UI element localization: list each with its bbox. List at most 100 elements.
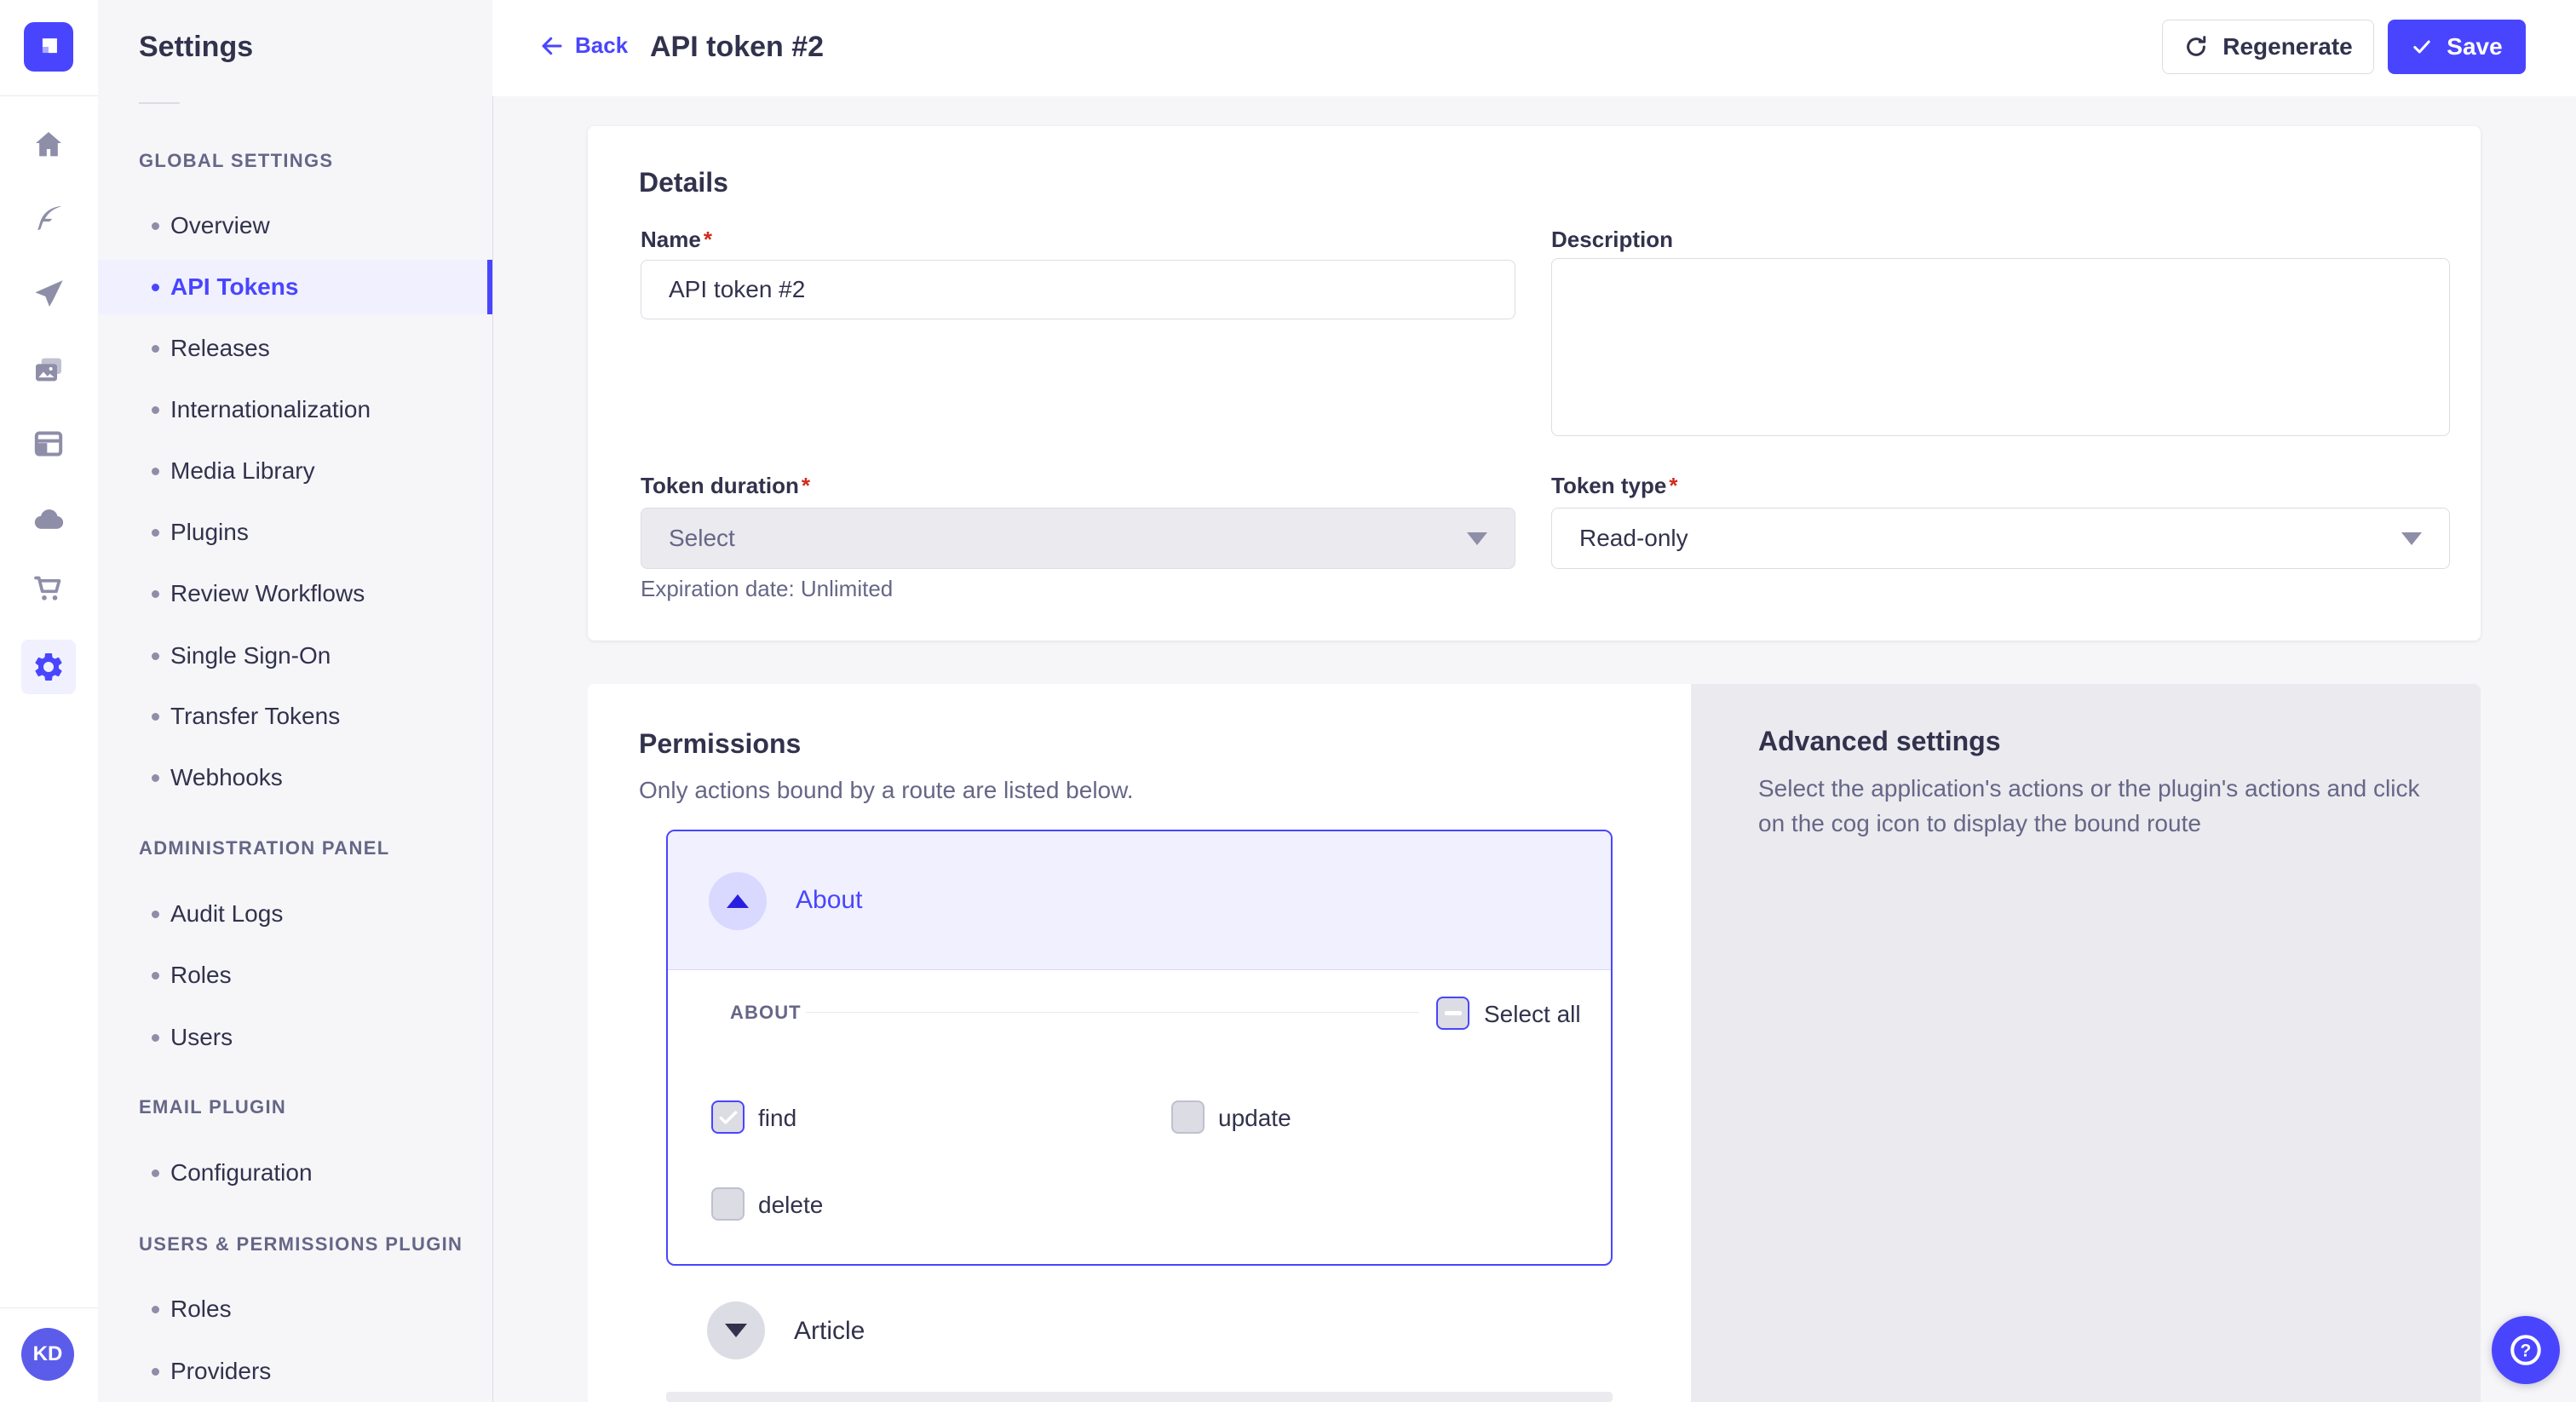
required-asterisk: * [1669, 473, 1677, 498]
update-label: update [1218, 1105, 1291, 1132]
cart-icon[interactable] [30, 570, 67, 607]
details-heading: Details [639, 167, 728, 198]
delete-label: delete [758, 1192, 823, 1219]
media-library-icon[interactable] [30, 351, 67, 388]
delete-checkbox[interactable] [711, 1187, 745, 1221]
sidebar-item-admin-users[interactable]: Users [98, 1010, 492, 1065]
settings-gear-icon[interactable] [21, 640, 76, 694]
sidebar-item-up-providers[interactable]: Providers [98, 1344, 492, 1399]
cloud-icon[interactable] [30, 501, 67, 538]
name-input[interactable] [641, 260, 1515, 319]
token-type-select[interactable]: Read-only [1551, 508, 2450, 569]
sidebar-item-internationalization[interactable]: Internationalization [98, 382, 492, 437]
strapi-logo[interactable] [24, 22, 73, 72]
settings-subnav: Settings GLOBAL SETTINGS Overview API To… [98, 0, 493, 1402]
bullet [152, 1169, 159, 1177]
bullet [152, 652, 159, 660]
collapse-toggle-button[interactable] [709, 872, 767, 930]
help-button[interactable]: ? [2492, 1316, 2560, 1384]
regenerate-button[interactable]: Regenerate [2162, 20, 2374, 74]
paper-plane-icon[interactable] [30, 275, 67, 313]
token-type-value: Read-only [1579, 525, 1688, 552]
sidebar-item-webhooks[interactable]: Webhooks [98, 750, 492, 805]
description-textarea[interactable] [1551, 258, 2450, 436]
bullet [152, 222, 159, 230]
bullet [152, 590, 159, 598]
sidebar-item-overview[interactable]: Overview [98, 198, 492, 253]
advanced-settings-heading: Advanced settings [1758, 726, 2001, 757]
article-accordion-title: Article [794, 1317, 865, 1346]
svg-text:?: ? [2521, 1341, 2532, 1360]
select-all-checkbox[interactable] [1436, 997, 1469, 1030]
strapi-admin-page: KD Settings GLOBAL SETTINGS Overview API… [0, 0, 2576, 1402]
page-header: Back API token #2 Regenerate Save [492, 0, 2576, 96]
permissions-card: Permissions Only actions bound by a rout… [588, 684, 1691, 1402]
token-duration-select[interactable]: Select [641, 508, 1515, 569]
find-checkbox[interactable] [711, 1100, 745, 1134]
bullet [152, 1368, 159, 1376]
section-administration-panel: ADMINISTRATION PANEL [139, 837, 389, 859]
sidebar-item-releases[interactable]: Releases [98, 321, 492, 376]
check-icon [2411, 36, 2433, 58]
page-title: API token #2 [650, 31, 824, 64]
find-label: find [758, 1105, 796, 1132]
rail-divider-top [0, 95, 98, 96]
update-checkbox[interactable] [1171, 1100, 1205, 1134]
sidebar-item-review-workflows[interactable]: Review Workflows [98, 566, 492, 621]
advanced-settings-body: Select the application's actions or the … [1758, 771, 2431, 841]
sidebar-item-admin-roles[interactable]: Roles [98, 948, 492, 1003]
bullet [152, 1034, 159, 1042]
sidebar-item-api-tokens[interactable]: API Tokens [98, 260, 492, 314]
bullet [152, 284, 159, 291]
icon-rail: KD [0, 0, 99, 1402]
article-expand-button[interactable] [707, 1301, 765, 1359]
chevron-down-icon [2401, 532, 2422, 545]
advanced-settings-panel: Advanced settings Select the application… [1691, 684, 2481, 1402]
back-link[interactable]: Back [539, 32, 628, 59]
regenerate-label: Regenerate [2222, 33, 2353, 60]
section-divider [806, 1012, 1419, 1013]
bullet [152, 774, 159, 782]
required-asterisk: * [704, 227, 712, 252]
refresh-icon [2183, 34, 2209, 60]
about-accordion-header[interactable]: About [668, 831, 1611, 970]
permissions-subtitle: Only actions bound by a route are listed… [639, 777, 1134, 804]
sidebar-item-audit-logs[interactable]: Audit Logs [98, 887, 492, 941]
save-button[interactable]: Save [2388, 20, 2526, 74]
feather-icon[interactable] [30, 200, 67, 238]
token-duration-value: Select [669, 525, 735, 552]
subnav-title: Settings [139, 31, 253, 64]
section-global-settings: GLOBAL SETTINGS [139, 150, 333, 172]
indeterminate-mark [1445, 1011, 1462, 1015]
details-card: Details Name* Description Token duration… [588, 126, 2481, 641]
expiration-hint: Expiration date: Unlimited [641, 576, 893, 602]
home-icon[interactable] [30, 126, 67, 164]
sidebar-item-media-library[interactable]: Media Library [98, 444, 492, 498]
avatar-initials: KD [33, 1342, 63, 1366]
token-type-label: Token type* [1551, 473, 1677, 499]
rail-divider-bottom [0, 1307, 98, 1308]
bullet [152, 1306, 159, 1313]
name-label: Name* [641, 227, 712, 253]
chevron-up-icon [727, 894, 749, 908]
strapi-logo-icon [34, 32, 63, 61]
bullet [152, 406, 159, 414]
question-mark-icon: ? [2507, 1331, 2544, 1369]
bullet [152, 529, 159, 537]
sidebar-item-plugins[interactable]: Plugins [98, 505, 492, 560]
token-duration-label: Token duration* [641, 473, 810, 499]
about-accordion: About ABOUT Select all find update de [666, 830, 1613, 1266]
section-email-plugin: EMAIL PLUGIN [139, 1096, 286, 1118]
sidebar-item-single-sign-on[interactable]: Single Sign-On [98, 629, 492, 683]
sidebar-item-up-roles[interactable]: Roles [98, 1282, 492, 1336]
next-section-divider [666, 1392, 1613, 1402]
back-arrow-icon [539, 33, 565, 59]
sidebar-item-email-configuration[interactable]: Configuration [98, 1146, 492, 1200]
back-label: Back [575, 32, 628, 59]
layout-icon[interactable] [30, 425, 67, 463]
check-mark-icon [717, 1106, 739, 1129]
user-avatar[interactable]: KD [21, 1328, 74, 1381]
select-all-label: Select all [1484, 1001, 1581, 1028]
required-asterisk: * [802, 473, 810, 498]
sidebar-item-transfer-tokens[interactable]: Transfer Tokens [98, 689, 492, 744]
